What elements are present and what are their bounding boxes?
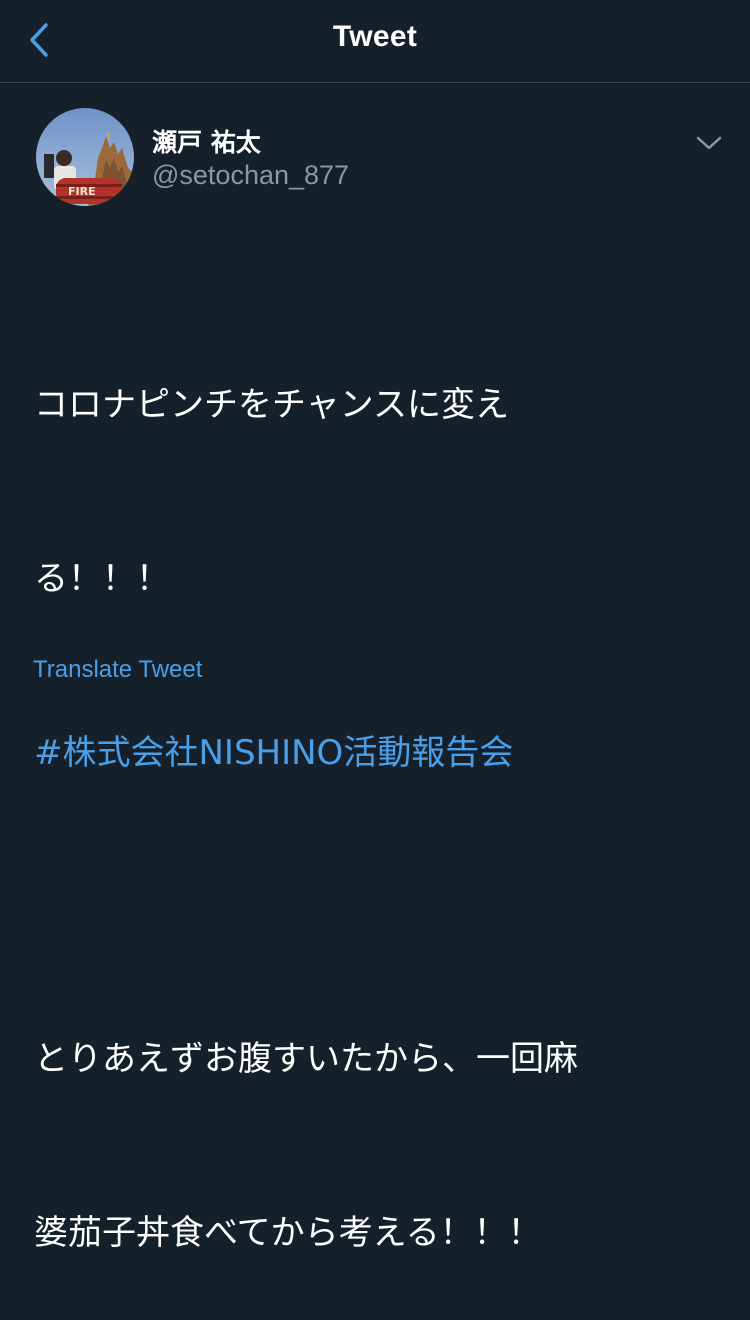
avatar[interactable]: FIRE (36, 108, 134, 206)
top-bar: Tweet (0, 0, 750, 83)
author-username[interactable]: @setochan_877 (152, 160, 349, 191)
avatar-image: FIRE (36, 108, 134, 206)
tweet-body: コロナピンチをチャンスに変え る！！！ #株式会社NISHINO活動報告会 とり… (34, 260, 724, 1320)
more-options-button[interactable] (694, 132, 724, 154)
tweet-line-2: る！！！ (34, 559, 170, 599)
tweet-line-1: コロナピンチをチャンスに変え (34, 385, 509, 425)
chevron-down-icon (696, 136, 722, 150)
tweet-line-3: とりあえずお腹すいたから、一回麻 (34, 1039, 578, 1079)
avatar-fire-text: FIRE (68, 185, 96, 198)
page-title: Tweet (332, 20, 418, 53)
translate-tweet-link[interactable]: Translate Tweet (33, 656, 202, 684)
hashtag-link[interactable]: #株式会社NISHINO活動報告会 (34, 724, 724, 782)
tweet-line-4: 婆茄子丼食べてから考える！！！ (34, 1213, 542, 1253)
author-display-name[interactable]: 瀬戸 祐太 (152, 123, 261, 159)
